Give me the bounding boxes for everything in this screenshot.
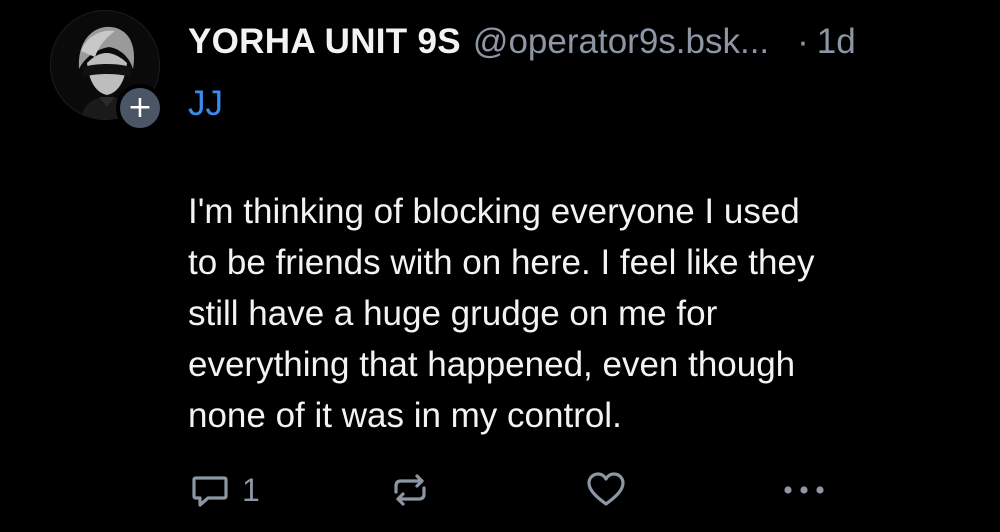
repost-icon	[394, 474, 426, 506]
repost-button[interactable]	[388, 468, 432, 512]
follow-badge[interactable]: +	[116, 84, 164, 132]
post-body-line: I'm thinking of blocking everyone I used	[188, 192, 800, 231]
reply-count: 1	[242, 471, 260, 508]
post-body-line: still have a huge grudge on me for	[188, 294, 718, 333]
separator-dot: ·	[797, 22, 809, 61]
post-timestamp[interactable]: 1d	[817, 18, 856, 66]
post-body: I'm thinking of blocking everyone I used…	[188, 186, 978, 441]
more-options-button[interactable]	[780, 468, 828, 512]
reply-button[interactable]: 1	[188, 468, 260, 512]
author-display-name[interactable]: YORHA UNIT 9S	[188, 18, 461, 66]
reply-to-label[interactable]: JJ	[188, 80, 223, 128]
post-body-line: everything that happened, even though	[188, 345, 796, 384]
heart-icon	[587, 472, 625, 506]
reply-icon	[192, 476, 228, 507]
post-body-line: none of it was in my control.	[188, 396, 622, 435]
more-icon	[784, 486, 824, 494]
post-header: YORHA UNIT 9S @operator9s.bsk... · 1d	[188, 18, 978, 66]
post: + YORHA UNIT 9S @operator9s.bsk... · 1d …	[0, 0, 1000, 532]
post-actions: 1	[188, 468, 838, 512]
post-body-line: to be friends with on here. I feel like …	[188, 243, 815, 282]
plus-icon: +	[127, 90, 153, 125]
like-button[interactable]	[584, 468, 628, 512]
author-handle[interactable]: @operator9s.bsk...	[473, 18, 769, 66]
avatar-container[interactable]: +	[50, 10, 164, 132]
